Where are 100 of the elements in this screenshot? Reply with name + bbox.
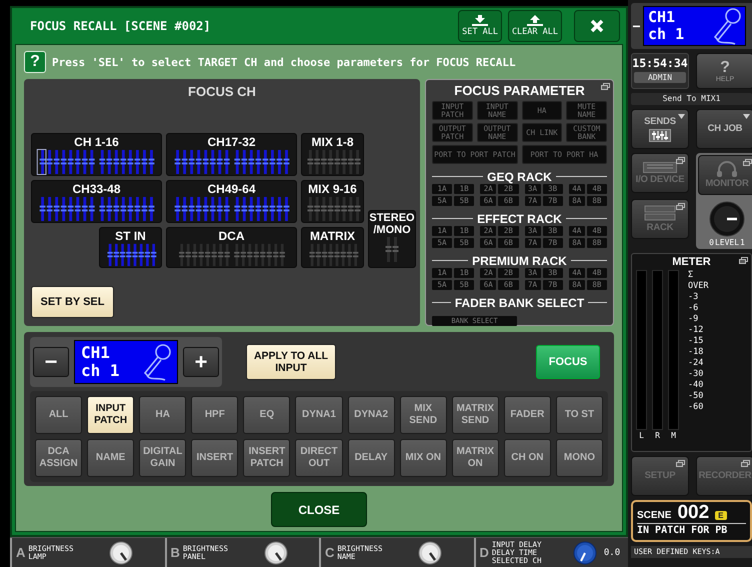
knob-icon[interactable] — [264, 540, 288, 564]
scale-label: LEVEL — [714, 238, 740, 247]
popup-icon — [741, 460, 750, 467]
recall-parameter-toggle[interactable]: DIRECT OUT — [295, 439, 343, 477]
recall-parameter-toggle[interactable]: NAME — [87, 439, 134, 477]
popup-icon — [676, 157, 685, 164]
recall-parameter-toggle[interactable]: ALL — [35, 396, 82, 434]
apply-to-all-button[interactable]: APPLY TO ALL INPUT — [246, 344, 336, 380]
key-letter: D — [480, 545, 489, 560]
channel-name: ch 1 — [81, 362, 120, 380]
scale-label: -9 — [688, 314, 700, 325]
channel-bank[interactable]: MATRIX — [301, 227, 364, 268]
channel-bank[interactable]: CH49-64 — [166, 180, 297, 223]
recall-parameter-toggle[interactable]: MATRIX ON — [452, 439, 499, 477]
close-button[interactable]: CLOSE — [271, 492, 367, 527]
send-target-label: Send To MIX1 — [631, 93, 752, 105]
next-channel-button[interactable]: + — [183, 347, 219, 377]
knob-icon[interactable] — [109, 540, 134, 564]
scale-label: -30 — [688, 369, 704, 380]
help-icon: ? — [24, 51, 46, 73]
recall-parameter-toggle[interactable]: DIGITAL GAIN — [139, 439, 186, 477]
scale-label: -3 — [688, 292, 700, 303]
key-letter: C — [325, 545, 334, 560]
dropdown-icon — [678, 114, 685, 119]
channel-label: M — [671, 431, 676, 440]
set-all-button[interactable]: SET ALL — [458, 10, 502, 42]
set-by-sel-button[interactable]: SET BY SEL — [31, 286, 114, 318]
scale-label: -40 — [688, 380, 704, 391]
clear-all-button[interactable]: CLEAR ALL — [508, 10, 562, 42]
scale-label: -24 — [688, 358, 704, 369]
faders-drawing — [308, 244, 358, 266]
scene-label: SCENE — [637, 510, 672, 521]
knob-icon[interactable] — [572, 540, 597, 564]
previous-channel-button[interactable]: − — [632, 18, 641, 34]
scene-panel[interactable]: SCENE 002 E IN PATCH FOR PB — [631, 500, 752, 542]
channel-number: CH1 — [81, 344, 111, 362]
scale-min: 0 — [709, 238, 714, 247]
scale-max: 1 — [740, 238, 745, 247]
recall-parameter-toggle[interactable]: INSERT — [191, 439, 238, 477]
key-letter: A — [16, 545, 26, 560]
channel-bank[interactable]: CH 1-16 — [31, 133, 162, 176]
device-icon — [643, 162, 677, 172]
recall-parameter-toggle[interactable]: DCA ASSIGN — [35, 439, 82, 477]
level-knob[interactable] — [709, 201, 745, 237]
sends-button[interactable]: SENDS — [631, 109, 689, 149]
channel-bank[interactable]: MIX 1-8 — [301, 133, 364, 176]
channel-bank[interactable]: DCA — [166, 227, 297, 268]
knob-icon[interactable] — [418, 540, 442, 564]
scale-label: -15 — [688, 336, 704, 347]
channel-bank[interactable]: STEREO /MONO — [368, 210, 416, 268]
key-letter: B — [170, 545, 180, 560]
recall-parameter-toggle[interactable]: EQ — [243, 396, 290, 434]
scale-label: -18 — [688, 347, 704, 358]
recall-parameter-toggle[interactable]: FADER — [504, 396, 551, 434]
recall-parameter-toggle[interactable]: HPF — [191, 396, 238, 434]
recall-parameter-toggle[interactable]: INPUT PATCH — [87, 396, 134, 434]
section-heading: EFFECT RACK — [432, 211, 607, 226]
fader-icon — [649, 128, 671, 142]
instruction-text: Press 'SEL' to select TARGET CH and choose parameters for FOCUS RECALL — [52, 56, 516, 68]
channel-bank[interactable]: ST IN — [99, 227, 162, 268]
clock-time: 15:54:34 — [632, 56, 688, 70]
faders-drawing — [306, 150, 360, 174]
faders-drawing — [306, 196, 360, 222]
recall-parameter-toggle[interactable]: MIX ON — [400, 439, 447, 477]
recall-parameter-toggle[interactable]: MONO — [556, 439, 603, 477]
recall-parameter-toggle[interactable]: INSERT PATCH — [243, 439, 290, 477]
dialog-title: FOCUS RECALL [SCENE #002] — [30, 19, 212, 33]
recall-parameter-toggle[interactable]: DYNA2 — [348, 396, 395, 434]
ch-job-button[interactable]: CH JOB — [696, 109, 752, 149]
popup-icon — [743, 159, 752, 166]
recall-parameter-toggle[interactable]: HA — [139, 396, 186, 434]
close-icon — [590, 19, 604, 33]
scale-label: -6 — [688, 303, 700, 314]
recall-parameter-toggle[interactable]: MATRIX SEND — [452, 396, 499, 434]
recall-parameter-toggle[interactable]: TO ST — [556, 396, 603, 434]
user-name: ADMIN — [634, 72, 686, 83]
section-heading: GEQ RACK — [432, 169, 607, 184]
recall-parameter-toggle[interactable]: DELAY — [348, 439, 395, 477]
popup-icon — [739, 257, 748, 264]
section-heading: PREMIUM RACK — [432, 253, 607, 268]
channel-number: CH1 — [648, 9, 676, 26]
panel-title: FOCUS PARAMETER — [453, 82, 586, 100]
channel-bank[interactable]: MIX 9-16 — [301, 180, 364, 223]
edit-badge: E — [715, 511, 726, 520]
close-button[interactable] — [574, 10, 620, 42]
recall-parameter-toggle[interactable]: DYNA1 — [295, 396, 343, 434]
headphones-icon — [716, 161, 738, 177]
rack-icon — [644, 205, 676, 221]
knob-value: 0.0 — [604, 548, 620, 558]
previous-channel-button[interactable]: − — [33, 347, 69, 377]
popup-icon — [676, 460, 685, 467]
scale-label: -12 — [688, 325, 704, 336]
section-heading: FADER BANK SELECT — [432, 295, 607, 310]
panel-title: FOCUS CH — [187, 83, 257, 101]
channel-bank[interactable]: CH17-32 — [166, 133, 297, 176]
scale-label: -50 — [688, 391, 704, 402]
recall-parameter-toggle[interactable]: CH ON — [504, 439, 551, 477]
focus-button[interactable]: FOCUS — [536, 345, 600, 379]
recall-parameter-toggle[interactable]: MIX SEND — [400, 396, 447, 434]
channel-bank[interactable]: CH33-48 — [31, 180, 162, 223]
